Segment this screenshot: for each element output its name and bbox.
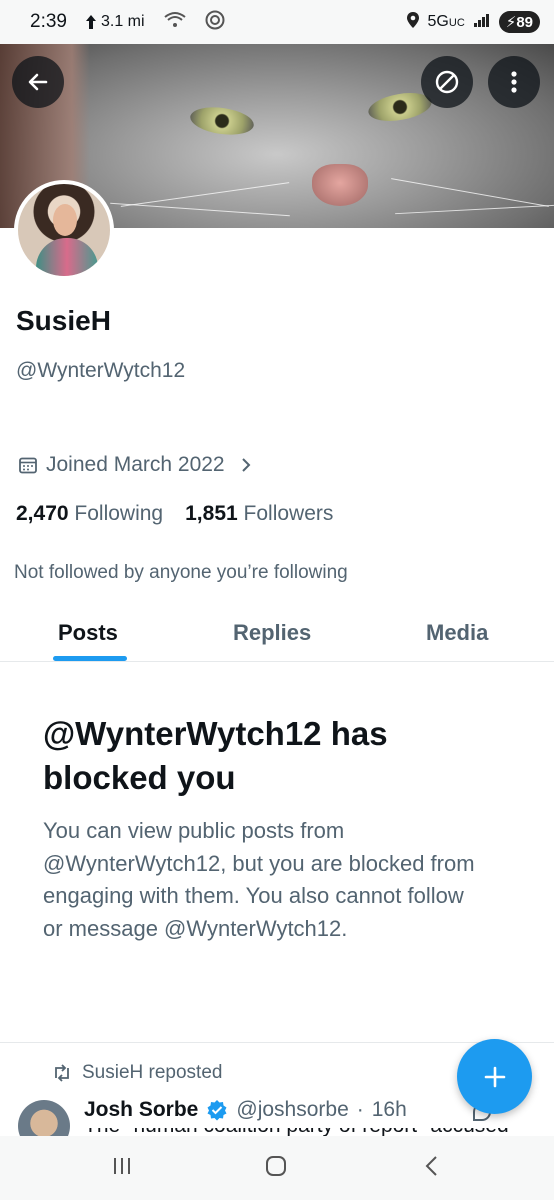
network-label: 5GUC — [427, 13, 465, 30]
location-icon — [406, 11, 420, 34]
chevron-left-icon — [425, 1156, 437, 1176]
verified-badge-icon — [207, 1100, 227, 1121]
following-link[interactable]: 2,470 Following — [16, 502, 163, 526]
plus-icon — [484, 1066, 505, 1087]
post-header: Josh Sorbe @joshsorbe · 16h — [84, 1098, 407, 1122]
compose-button[interactable] — [457, 1039, 532, 1114]
tab-replies[interactable]: Replies — [233, 620, 311, 646]
circle-slash-icon — [435, 70, 459, 94]
recent-apps-button[interactable] — [110, 1154, 134, 1183]
post-text: The "human coalition party of report" ac… — [84, 1128, 524, 1136]
profile-handle: @WynterWytch12 — [16, 359, 186, 382]
hide-button[interactable] — [421, 56, 473, 108]
post-time: 16h — [371, 1098, 407, 1121]
battery-indicator: ⚡89 — [498, 11, 540, 33]
status-time: 2:39 — [30, 11, 67, 32]
not-followed-text: Not followed by anyone you’re following — [14, 562, 348, 583]
arrow-left-icon — [28, 73, 48, 91]
post-author-handle[interactable]: @joshsorbe — [236, 1098, 348, 1122]
blocked-title: @WynterWytch12 has blocked you — [43, 715, 388, 796]
back-button[interactable] — [12, 56, 64, 108]
home-button[interactable] — [264, 1154, 288, 1183]
more-vertical-icon — [511, 71, 517, 93]
back-nav-button[interactable] — [422, 1154, 442, 1183]
post-separator: · — [356, 1098, 364, 1121]
distance-text: 3.1 mi — [100, 13, 145, 30]
follow-counts: 2,470 Following 1,851 Followers — [16, 502, 333, 526]
repost-icon — [55, 1064, 69, 1082]
tab-posts[interactable]: Posts — [58, 620, 118, 646]
active-tab-indicator — [53, 656, 127, 661]
joined-date[interactable]: Joined March 2022 — [18, 453, 253, 477]
post-author-name[interactable]: Josh Sorbe — [84, 1098, 198, 1122]
calendar-icon — [19, 457, 37, 474]
followers-link[interactable]: 1,851 Followers — [185, 502, 333, 526]
recent-apps-icon — [114, 1158, 130, 1174]
status-distance: 3.1 mi — [85, 13, 145, 31]
repost-indicator: SusieH reposted — [52, 1062, 222, 1084]
joined-text: Joined March 2022 — [46, 453, 225, 476]
home-icon — [266, 1156, 286, 1176]
chevron-right-icon — [241, 458, 251, 472]
profile-tabs: Posts Replies Media — [0, 606, 554, 662]
signal-icon — [473, 12, 491, 33]
status-bar: 2:39 3.1 mi 5GUC ⚡89 — [0, 0, 554, 44]
wifi-icon — [163, 11, 187, 34]
divider — [0, 1042, 554, 1043]
blocked-body: You can view public posts from @WynterWy… — [43, 818, 475, 941]
avatar[interactable] — [14, 180, 114, 280]
tab-media[interactable]: Media — [426, 620, 488, 646]
system-nav-bar — [0, 1136, 554, 1200]
more-button[interactable] — [488, 56, 540, 108]
repost-label: SusieH reposted — [82, 1062, 223, 1083]
arrow-up-icon — [85, 15, 96, 29]
nfc-icon — [205, 10, 225, 35]
profile-name: SusieH — [16, 305, 111, 336]
